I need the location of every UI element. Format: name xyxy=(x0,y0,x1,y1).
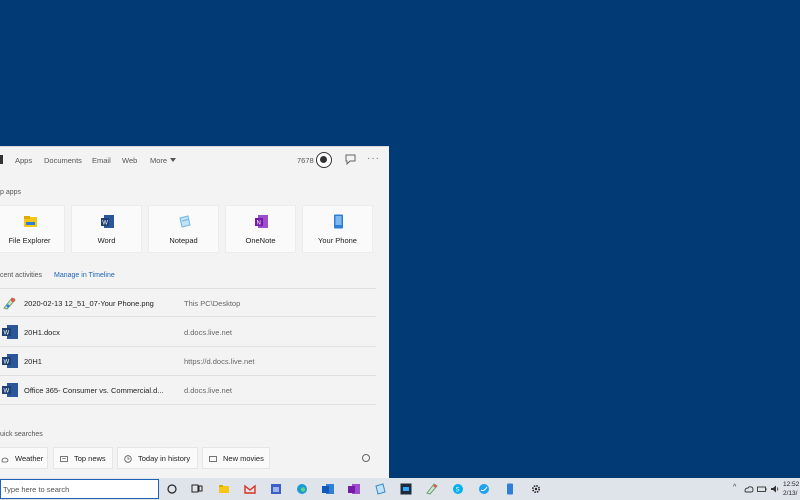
file-explorer-icon[interactable] xyxy=(218,483,230,495)
onedrive-icon[interactable] xyxy=(744,484,754,494)
more-options-icon[interactable]: ··· xyxy=(367,153,380,164)
app-name: File Explorer xyxy=(8,236,51,245)
skype-icon[interactable]: S xyxy=(452,483,464,495)
app-tile-your-phone[interactable]: Your Phone xyxy=(302,205,373,253)
recent-item-title: 20H1 xyxy=(24,357,42,366)
gmail-icon[interactable] xyxy=(244,483,256,495)
twitter-icon[interactable] xyxy=(478,483,490,495)
recent-item-title: 2020-02-13 12_51_07-Your Phone.png xyxy=(24,299,154,308)
rewards-medal-icon[interactable] xyxy=(316,152,332,168)
recent-item[interactable]: 2020-02-13 12_51_07-Your Phone.png This … xyxy=(0,288,376,317)
onenote-icon: N xyxy=(255,215,268,228)
app-tile-onenote[interactable]: N OneNote xyxy=(225,205,296,253)
notepad-icon[interactable] xyxy=(374,483,386,495)
app-name: Your Phone xyxy=(318,236,357,245)
svg-text:W: W xyxy=(4,389,10,395)
screenshot-search-icon[interactable] xyxy=(358,450,374,466)
recent-item-location: d.docs.live.net xyxy=(184,328,232,337)
weather-icon xyxy=(1,457,9,463)
recent-activities-label: cent activities xyxy=(0,272,43,279)
clock-time: 12:52 xyxy=(783,481,800,488)
rewards-points: 7678 xyxy=(297,156,314,165)
cortana-icon[interactable] xyxy=(166,483,178,495)
svg-text:S: S xyxy=(456,488,460,494)
word-icon: W xyxy=(2,354,18,368)
edge-icon[interactable] xyxy=(296,483,308,495)
app-tile-file-explorer[interactable]: File Explorer xyxy=(0,205,65,253)
tab-apps[interactable]: Apps xyxy=(15,156,32,165)
battery-icon[interactable] xyxy=(757,484,767,494)
clock-date: 2/13/ xyxy=(783,490,798,497)
calendar-icon[interactable] xyxy=(270,483,282,495)
settings-gear-icon[interactable] xyxy=(530,483,542,495)
recent-item-title: 20H1.docx xyxy=(24,328,60,337)
recent-item[interactable]: W 20H1 https://d.docs.live.net xyxy=(0,347,376,376)
quick-search-weather[interactable]: Weather xyxy=(0,447,48,469)
feedback-icon[interactable] xyxy=(345,154,356,165)
chevron-up-icon[interactable]: ^ xyxy=(733,484,736,491)
quick-search-new-movies[interactable]: New movies xyxy=(202,447,270,469)
recent-item-location: This PC\Desktop xyxy=(184,299,241,308)
volume-icon[interactable] xyxy=(770,484,780,494)
recent-item-title: Office 365- Consumer vs. Commercial.d... xyxy=(24,386,164,395)
taskbar: S ^ 12:52 2/13/ xyxy=(0,478,800,500)
task-view-icon[interactable] xyxy=(191,483,203,495)
word-icon: W xyxy=(2,325,18,339)
app-tile-notepad[interactable]: Notepad xyxy=(148,205,219,253)
search-panel: Apps Documents Email Web More 7678 ··· p… xyxy=(0,146,389,478)
word-icon: W xyxy=(101,215,114,228)
photoshop-icon[interactable] xyxy=(400,483,412,495)
quick-search-today-in-history[interactable]: Today in history xyxy=(117,447,198,469)
chip-label: Today in history xyxy=(138,454,191,463)
tab-more-label: More xyxy=(150,156,168,165)
chip-label: New movies xyxy=(223,454,264,463)
onenote-icon[interactable] xyxy=(348,483,360,495)
system-clock[interactable]: 12:52 2/13/ xyxy=(783,480,799,498)
top-apps-heading: p apps xyxy=(0,189,22,196)
app-name: OneNote xyxy=(245,236,276,245)
search-input[interactable] xyxy=(3,484,153,495)
your-phone-icon xyxy=(334,214,343,229)
movie-icon xyxy=(209,456,217,462)
quick-search-top-news[interactable]: Top news xyxy=(53,447,113,469)
chip-label: Weather xyxy=(15,454,44,463)
paint-icon[interactable] xyxy=(426,483,438,495)
word-icon: W xyxy=(2,383,18,397)
app-tile-word[interactable]: W Word xyxy=(71,205,142,253)
your-phone-icon[interactable] xyxy=(504,483,516,495)
tab-web[interactable]: Web xyxy=(122,156,137,165)
tab-email[interactable]: Email xyxy=(92,156,111,165)
tab-more[interactable]: More xyxy=(150,156,177,165)
chevron-down-icon xyxy=(170,158,177,162)
tab-all-indicator[interactable] xyxy=(0,155,3,164)
recent-item-location: https://d.docs.live.net xyxy=(184,357,255,366)
news-icon xyxy=(60,456,68,462)
svg-text:W: W xyxy=(4,331,10,337)
recent-item[interactable]: W 20H1.docx d.docs.live.net xyxy=(0,318,376,347)
notepad-icon xyxy=(179,215,191,228)
quick-searches-heading: uick searches xyxy=(0,431,43,438)
clock-icon xyxy=(124,455,132,463)
search-tabs: Apps Documents Email Web More 7678 ··· xyxy=(0,147,389,173)
svg-text:W: W xyxy=(102,221,108,227)
manage-in-timeline-link[interactable]: Manage in Timeline xyxy=(54,272,115,279)
file-explorer-icon xyxy=(24,216,37,227)
recent-activities-heading: cent activities Manage in Timeline xyxy=(0,272,115,279)
svg-text:N: N xyxy=(257,221,261,227)
svg-text:W: W xyxy=(4,360,10,366)
app-name: Notepad xyxy=(169,236,198,245)
recent-item-location: d.docs.live.net xyxy=(184,386,232,395)
app-name: Word xyxy=(97,236,116,245)
paint-icon xyxy=(3,297,16,310)
tab-documents[interactable]: Documents xyxy=(44,156,82,165)
outlook-icon[interactable] xyxy=(322,483,334,495)
recent-item[interactable]: W Office 365- Consumer vs. Commercial.d.… xyxy=(0,376,376,405)
chip-label: Top news xyxy=(74,454,106,463)
taskbar-search-box[interactable] xyxy=(0,479,159,499)
